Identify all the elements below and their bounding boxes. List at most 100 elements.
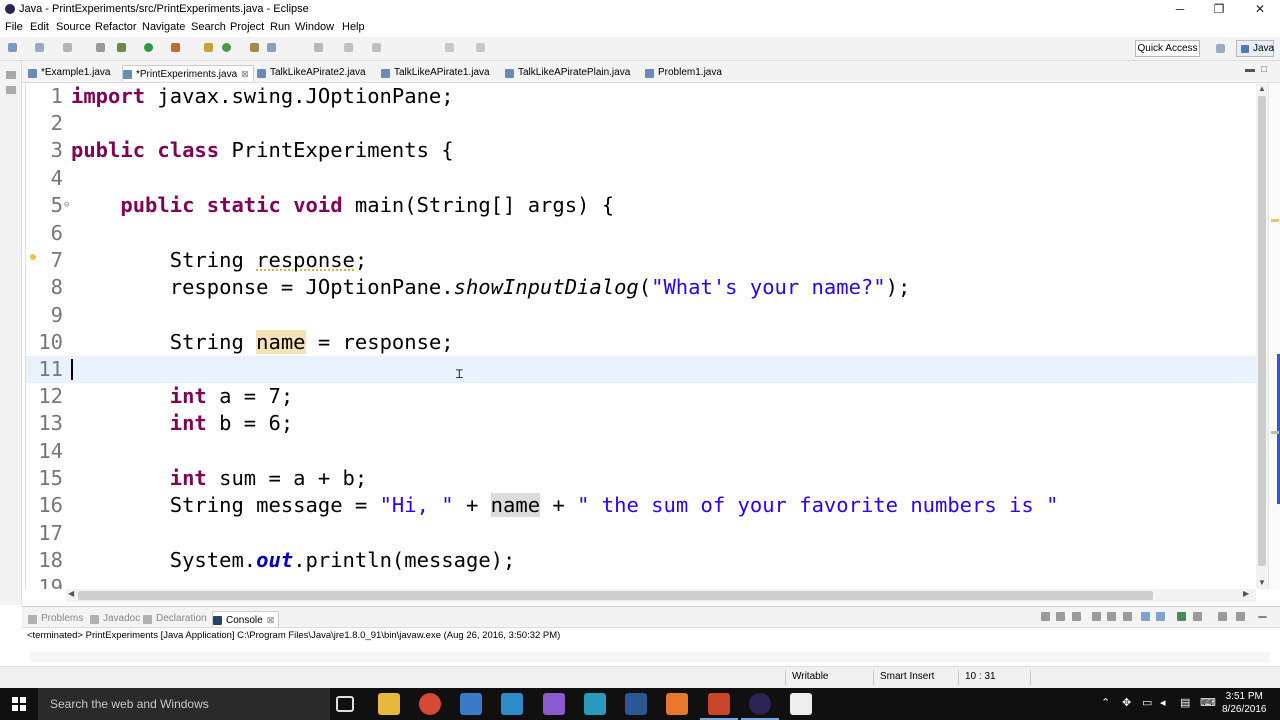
app-icon[interactable]: [790, 693, 812, 715]
show-hidden-icons-icon[interactable]: ⌃: [1101, 696, 1110, 709]
display-console-icon[interactable]: [1193, 612, 1202, 621]
tab-talklikeapirate2[interactable]: TalkLikeAPirate2.java: [257, 65, 366, 81]
network-icon[interactable]: ▭: [1142, 696, 1152, 709]
toggle-mark-occurrences-icon[interactable]: [314, 43, 323, 52]
app-icon[interactable]: [584, 693, 606, 715]
search-icon[interactable]: [267, 43, 276, 52]
console-view[interactable]: <terminated> PrintExperiments [Java Appl…: [22, 628, 1280, 666]
package-explorer-icon[interactable]: [6, 86, 16, 94]
save-all-icon[interactable]: [63, 43, 72, 52]
remove-launch-icon[interactable]: [1056, 612, 1065, 621]
app-icon[interactable]: [666, 693, 688, 715]
menu-window[interactable]: Window: [295, 21, 334, 33]
scroll-up-icon[interactable]: ▲: [1258, 84, 1266, 93]
close-button[interactable]: ✕: [1240, 0, 1280, 19]
menu-help[interactable]: Help: [342, 21, 365, 33]
forward-icon[interactable]: [476, 43, 485, 52]
keyboard-icon[interactable]: ⌨: [1200, 696, 1216, 709]
file-explorer-icon[interactable]: [378, 693, 400, 715]
menu-search[interactable]: Search: [191, 21, 226, 33]
word-icon[interactable]: [625, 693, 647, 715]
chrome-icon[interactable]: [419, 693, 441, 715]
scrollbar-thumb[interactable]: [1258, 96, 1266, 566]
java-perspective-button[interactable]: Java: [1236, 40, 1274, 57]
external-tools-icon[interactable]: [171, 43, 180, 52]
status-insert-mode[interactable]: Smart Insert: [880, 671, 934, 682]
show-on-error-icon[interactable]: [1156, 612, 1165, 621]
line-number: 19: [38, 575, 63, 589]
quick-access-field[interactable]: Quick Access: [1135, 40, 1200, 57]
word-wrap-icon[interactable]: [1123, 612, 1132, 621]
previous-annotation-icon[interactable]: [372, 43, 381, 52]
editor-horizontal-scrollbar[interactable]: ◀ ▶: [66, 589, 1256, 602]
tray-icon[interactable]: ✥: [1122, 696, 1131, 709]
tab-printexperiments[interactable]: *PrintExperiments.java ⊠: [122, 65, 254, 81]
menu-file[interactable]: File: [5, 21, 23, 33]
notifications-icon[interactable]: ▤: [1180, 696, 1190, 709]
tab-problems[interactable]: Problems: [28, 611, 83, 627]
eclipse-taskbar-icon[interactable]: [741, 693, 779, 720]
menu-run[interactable]: Run: [270, 21, 290, 33]
fold-toggle-icon[interactable]: ⊖: [64, 192, 69, 219]
menu-source[interactable]: Source: [56, 21, 91, 33]
scroll-down-icon[interactable]: ▼: [1258, 578, 1266, 587]
new-icon[interactable]: [8, 43, 17, 52]
volume-icon[interactable]: ◂: [1160, 696, 1166, 709]
show-on-output-icon[interactable]: [1141, 612, 1150, 621]
save-icon[interactable]: [35, 43, 44, 52]
remove-all-icon[interactable]: [1072, 612, 1081, 621]
scrollbar-thumb[interactable]: [78, 591, 1153, 600]
view-menu-icon[interactable]: [1236, 612, 1245, 621]
scroll-lock-icon[interactable]: [1107, 612, 1116, 621]
restore-icon[interactable]: [6, 71, 16, 79]
console-horizontal-scrollbar[interactable]: [30, 652, 1270, 662]
overview-ruler[interactable]: [1268, 84, 1280, 589]
menu-project[interactable]: Project: [230, 21, 264, 33]
app-icon[interactable]: [501, 693, 523, 715]
tab-problem1[interactable]: Problem1.java: [645, 65, 722, 81]
tab-javadoc[interactable]: Javadoc: [90, 611, 140, 627]
tab-talklikeapirateplain[interactable]: TalkLikeAPiratePlain.java: [505, 65, 630, 81]
tab-declaration[interactable]: Declaration: [143, 611, 207, 627]
code-text: public static void main(String[] args) {: [120, 193, 615, 217]
scroll-right-icon[interactable]: ▶: [1243, 589, 1249, 598]
warning-overview-mark[interactable]: [1271, 219, 1279, 222]
tab-console[interactable]: Console ⊠: [212, 611, 280, 627]
open-type-icon[interactable]: [250, 43, 259, 52]
tab-talklikeapirate1[interactable]: TalkLikeAPirate1.java: [381, 65, 490, 81]
app-icon[interactable]: [460, 693, 482, 715]
minimize-button[interactable]: ─: [1160, 0, 1200, 19]
run-icon[interactable]: [144, 43, 153, 52]
close-tab-icon[interactable]: ⊠: [267, 615, 275, 625]
new-class-icon[interactable]: [222, 43, 231, 52]
debug-icon[interactable]: [117, 43, 126, 52]
maximize-editor-icon[interactable]: □: [1261, 64, 1267, 75]
start-button[interactable]: [0, 688, 38, 720]
scroll-left-icon[interactable]: ◀: [68, 589, 74, 598]
tab-example1[interactable]: *Example1.java: [28, 65, 110, 81]
menu-refactor[interactable]: Refactor: [95, 21, 137, 33]
menu-navigate[interactable]: Navigate: [142, 21, 185, 33]
terminate-icon[interactable]: [1041, 612, 1050, 621]
task-view-icon[interactable]: [336, 696, 354, 712]
powerpoint-icon[interactable]: [700, 693, 738, 720]
maximize-button[interactable]: ❐: [1199, 0, 1239, 19]
back-icon[interactable]: [445, 43, 454, 52]
minimize-editor-icon[interactable]: ▬: [1245, 64, 1255, 75]
taskbar-search[interactable]: Search the web and Windows: [38, 688, 330, 720]
app-icon[interactable]: [543, 693, 565, 715]
taskbar-clock[interactable]: 3:51 PM 8/26/2016: [1222, 690, 1267, 716]
minimize-panel-icon[interactable]: [1258, 616, 1267, 618]
menu-edit[interactable]: Edit: [30, 21, 49, 33]
open-perspective-icon[interactable]: [1216, 44, 1225, 53]
open-console-icon[interactable]: [1218, 612, 1227, 621]
occurrence-overview-mark[interactable]: [1271, 431, 1279, 434]
code-editor[interactable]: 1 import javax.swing.JOptionPane; 2 3 publ…: [25, 84, 1256, 589]
new-java-project-icon[interactable]: [204, 43, 213, 52]
pin-console-icon[interactable]: [1177, 612, 1186, 621]
clear-console-icon[interactable]: [1092, 612, 1101, 621]
next-annotation-icon[interactable]: [344, 43, 353, 52]
editor-vertical-scrollbar[interactable]: ▲ ▼: [1256, 84, 1268, 589]
close-tab-icon[interactable]: ⊠: [241, 69, 249, 79]
skip-breakpoints-icon[interactable]: [96, 43, 105, 52]
